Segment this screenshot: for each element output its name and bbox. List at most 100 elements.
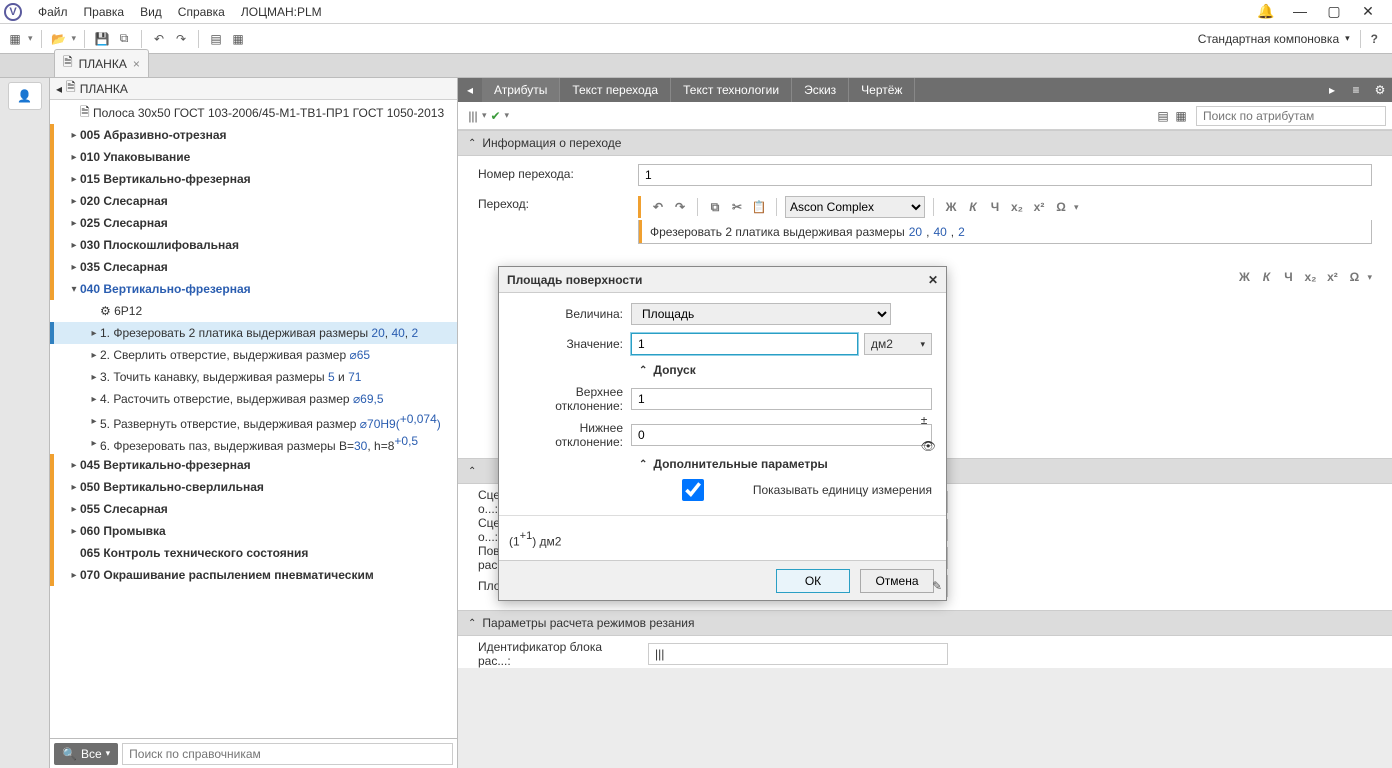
tabs-prev[interactable]: ◂ bbox=[458, 78, 482, 102]
bell-icon[interactable]: 🔔 bbox=[1254, 3, 1278, 20]
tree-op[interactable]: 050 Вертикально-сверлильная bbox=[80, 480, 264, 494]
section-step-info[interactable]: ⌃Информация о переходе bbox=[458, 130, 1392, 156]
tree-step-1[interactable]: 1. Фрезеровать 2 платика выдерживая разм… bbox=[100, 326, 418, 340]
subscript-icon[interactable]: x₂ bbox=[1008, 200, 1026, 214]
tree-op[interactable]: 025 Слесарная bbox=[80, 216, 168, 230]
tree-op[interactable]: 015 Вертикально-фрезерная bbox=[80, 172, 251, 186]
tab-attributes[interactable]: Атрибуты bbox=[482, 78, 560, 102]
redo-icon[interactable]: ↷ bbox=[172, 30, 190, 48]
bold-icon[interactable]: Ж bbox=[942, 200, 960, 214]
attr-value[interactable]: ||| bbox=[648, 643, 948, 665]
open-icon[interactable]: 📂 bbox=[50, 30, 68, 48]
menu-edit[interactable]: Правка bbox=[76, 5, 133, 19]
tree-op[interactable]: 045 Вертикально-фрезерная bbox=[80, 458, 251, 472]
ok-button[interactable]: ОК bbox=[776, 569, 850, 593]
tree-op[interactable]: 055 Слесарная bbox=[80, 502, 168, 516]
minimize-button[interactable]: — bbox=[1288, 3, 1312, 20]
extra-params-header[interactable]: ⌃Дополнительные параметры bbox=[639, 457, 932, 471]
font-select[interactable]: Ascon Complex bbox=[785, 196, 925, 218]
tabs-settings-icon[interactable]: ⚙ bbox=[1368, 78, 1392, 102]
rt-redo-icon[interactable]: ↷ bbox=[671, 200, 689, 214]
pencil-icon[interactable]: ✎ bbox=[932, 579, 942, 593]
tree-op[interactable]: 065 Контроль технического состояния bbox=[80, 546, 308, 560]
tree-op[interactable]: 070 Окрашивание распылением пневматическ… bbox=[80, 568, 374, 582]
tab-drawing[interactable]: Чертёж bbox=[849, 78, 915, 102]
omega-icon[interactable]: Ω bbox=[1052, 200, 1070, 214]
menu-view[interactable]: Вид bbox=[132, 5, 170, 19]
rt-copy-icon[interactable]: ⧉ bbox=[706, 200, 724, 215]
maximize-button[interactable]: ▢ bbox=[1322, 3, 1346, 20]
chevron-left-icon[interactable]: ◂ bbox=[56, 82, 62, 96]
rt-cut-icon[interactable]: ✂ bbox=[728, 200, 746, 214]
subscript-icon[interactable]: x₂ bbox=[1301, 270, 1319, 284]
tab-close-icon[interactable]: × bbox=[133, 57, 140, 71]
attribute-search-input[interactable] bbox=[1196, 106, 1386, 126]
superscript-icon[interactable]: x² bbox=[1323, 270, 1341, 284]
layout-label[interactable]: Стандартная компоновка bbox=[1198, 32, 1339, 46]
tree-op[interactable]: 030 Плоскошлифовальная bbox=[80, 238, 239, 252]
tree-step-2[interactable]: 2. Сверлить отверстие, выдерживая размер… bbox=[100, 348, 370, 362]
layout1-icon[interactable]: ▤ bbox=[1154, 107, 1172, 125]
search-all-button[interactable]: 🔍Все▾ bbox=[54, 743, 118, 765]
save-all-icon[interactable]: ⧉ bbox=[115, 30, 133, 48]
italic-icon[interactable]: К bbox=[1257, 270, 1275, 284]
tree-step-4[interactable]: 4. Расточить отверстие, выдерживая разме… bbox=[100, 392, 384, 406]
close-button[interactable]: ✕ bbox=[1356, 3, 1380, 20]
tree-step-3[interactable]: 3. Точить канавку, выдерживая размеры 5 … bbox=[100, 370, 361, 384]
dialog-close-icon[interactable]: ✕ bbox=[928, 273, 938, 287]
unit-select[interactable]: дм2▾ bbox=[864, 333, 932, 355]
tabs-menu[interactable]: ≡ bbox=[1344, 78, 1368, 102]
left-tool-1[interactable]: 👤 bbox=[8, 82, 42, 110]
rt-paste-icon[interactable]: 📋 bbox=[750, 200, 768, 214]
reference-search-input[interactable] bbox=[122, 743, 453, 765]
check-icon[interactable]: ✔ bbox=[487, 107, 505, 125]
tolerance-header[interactable]: ⌃Допуск bbox=[639, 363, 932, 377]
tab-step-text[interactable]: Текст перехода bbox=[560, 78, 671, 102]
menu-file[interactable]: Файл bbox=[30, 5, 76, 19]
grid2-icon[interactable]: ▦ bbox=[229, 30, 247, 48]
eye-icon[interactable]: 👁 bbox=[921, 439, 936, 453]
amount-input[interactable] bbox=[631, 333, 858, 355]
tree-machine[interactable]: 6Р12 bbox=[114, 304, 142, 318]
tree-step-6[interactable]: 6. Фрезеровать паз, выдерживая размеры B… bbox=[100, 434, 418, 453]
cancel-button[interactable]: Отмена bbox=[860, 569, 934, 593]
tabs-next[interactable]: ▸ bbox=[1320, 78, 1344, 102]
tab-sketch[interactable]: Эскиз bbox=[792, 78, 849, 102]
italic-icon[interactable]: К bbox=[964, 200, 982, 214]
omega-icon[interactable]: Ω bbox=[1345, 270, 1363, 284]
step-text-editor[interactable]: Фрезеровать 2 платика выдерживая размеры… bbox=[638, 220, 1372, 244]
show-unit-checkbox[interactable] bbox=[639, 479, 747, 501]
help-icon[interactable]: ? bbox=[1371, 32, 1378, 46]
bold-icon[interactable]: Ж bbox=[1235, 270, 1253, 284]
grid1-icon[interactable]: ▤ bbox=[207, 30, 225, 48]
tree-op[interactable]: 010 Упаковывание bbox=[80, 150, 190, 164]
tree-op[interactable]: 060 Промывка bbox=[80, 524, 166, 538]
undo-icon[interactable]: ↶ bbox=[150, 30, 168, 48]
layout2-icon[interactable]: ▦ bbox=[1172, 107, 1190, 125]
tree-op[interactable]: 005 Абразивно-отрезная bbox=[80, 128, 227, 142]
chevron-down-icon[interactable]: ▾ bbox=[1345, 33, 1350, 44]
tree-op[interactable]: 035 Слесарная bbox=[80, 260, 168, 274]
columns-icon[interactable]: ||| bbox=[464, 107, 482, 125]
lower-dev-input[interactable] bbox=[631, 424, 932, 446]
underline-icon[interactable]: Ч bbox=[986, 200, 1004, 214]
menu-plm[interactable]: ЛОЦМАН:PLM bbox=[233, 5, 330, 19]
tree-step-5[interactable]: 5. Развернуть отверстие, выдерживая разм… bbox=[100, 412, 441, 431]
rt-undo-icon[interactable]: ↶ bbox=[649, 200, 667, 214]
tab-tech-text[interactable]: Текст технологии bbox=[671, 78, 792, 102]
step-number-input[interactable] bbox=[638, 164, 1372, 186]
dialog-title-bar[interactable]: Площадь поверхности ✕ bbox=[499, 267, 946, 293]
save-icon[interactable]: 💾 bbox=[93, 30, 111, 48]
tree-op-expanded[interactable]: 040 Вертикально-фрезерная bbox=[80, 282, 251, 296]
tree-body[interactable]: 🗎 Полоса 30х50 ГОСТ 103-2006/45-М1-ТВ1-П… bbox=[50, 100, 457, 738]
plus-minus-icon[interactable]: ± bbox=[921, 413, 936, 427]
new-doc-icon[interactable]: ▦ bbox=[6, 30, 24, 48]
underline-icon[interactable]: Ч bbox=[1279, 270, 1297, 284]
menu-help[interactable]: Справка bbox=[170, 5, 233, 19]
superscript-icon[interactable]: x² bbox=[1030, 200, 1048, 214]
section-cutting-params[interactable]: ⌃Параметры расчета режимов резания bbox=[458, 610, 1392, 636]
document-tab[interactable]: 🗎 ПЛАНКА × bbox=[54, 49, 149, 77]
tree-op[interactable]: 020 Слесарная bbox=[80, 194, 168, 208]
quantity-select[interactable]: Площадь bbox=[631, 303, 891, 325]
upper-dev-input[interactable] bbox=[631, 388, 932, 410]
